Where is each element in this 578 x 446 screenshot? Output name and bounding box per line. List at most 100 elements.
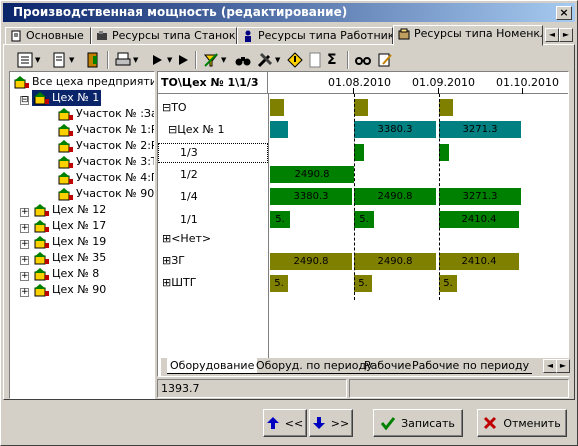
gantt-bar[interactable]: 2490.8 <box>354 253 436 270</box>
title-bar[interactable]: Производственная мощность (редактировани… <box>3 3 575 22</box>
tree-item-tseh[interactable]: Цех № 17 <box>32 218 106 234</box>
tree-item-tseh[interactable]: Цех № 35 <box>32 250 106 266</box>
gantt-row-label[interactable]: ⊟Цех № 1 <box>168 123 278 136</box>
save-button[interactable]: Записать <box>373 409 463 437</box>
prev-record-button[interactable]: << <box>263 409 307 437</box>
gantt-bar[interactable]: 2490.8 <box>354 188 436 205</box>
gantt-row-label[interactable]: ⊞ШТГ <box>162 276 272 289</box>
tree-item-section[interactable]: Участок № 90:К <box>56 186 154 202</box>
gantt-row-label[interactable]: ⊞ЗГ <box>162 254 272 267</box>
gantt-bar[interactable]: 5. <box>270 275 288 292</box>
tree-expander[interactable]: ⊟ <box>20 96 29 105</box>
close-button[interactable]: × <box>556 6 572 20</box>
print-button[interactable]: ▼ <box>115 51 138 69</box>
gantt-bar[interactable]: 5. <box>354 275 372 292</box>
tree-item-tseh-1[interactable]: Цех № 1 <box>32 90 102 106</box>
gantt-header: ТО\Цех № 1\1/3 01.08.2010 01.09.2010 01.… <box>158 72 568 94</box>
tab-workers[interactable]: Рабочие <box>361 358 415 374</box>
workshop-icon <box>56 107 74 121</box>
selected-row-focus <box>158 143 268 163</box>
diamond-button[interactable] <box>287 51 303 69</box>
gantt-row-label[interactable]: ⊟ТО <box>162 101 272 114</box>
tab-nomenclature-resources[interactable]: Ресурсы типа Номенклат <box>393 25 543 46</box>
tab-main[interactable]: Основные <box>5 27 91 45</box>
gantt-bar[interactable] <box>270 121 288 138</box>
edit-button[interactable] <box>377 51 393 69</box>
tree-root[interactable]: Все цеха предприятия <box>12 74 154 90</box>
sum-button[interactable]: Σ <box>327 51 337 69</box>
gantt-bar[interactable]: 5. <box>439 275 457 292</box>
gantt-bar[interactable]: 2490.8 <box>270 253 352 270</box>
toolbar: ▼ ▼ ▼ ▼ ▼ ▼ Σ <box>7 49 567 71</box>
document-button[interactable]: ▼ <box>51 51 74 69</box>
tab-scroll-left-button[interactable]: ◄ <box>545 28 559 42</box>
bottom-tab-scroll-right-button[interactable]: ► <box>556 359 570 373</box>
tree-item-section[interactable]: Участок № 1:Ра <box>56 122 154 138</box>
tree-item-tseh[interactable]: Цех № 19 <box>32 234 106 250</box>
glasses-icon <box>355 57 371 65</box>
gantt-bar[interactable] <box>439 99 453 116</box>
tree-expander[interactable]: + <box>20 240 29 249</box>
tab-equipment[interactable]: Оборудование <box>167 358 258 374</box>
tree-item-section[interactable]: Участок № 4:Гор <box>56 170 154 186</box>
workshop-icon <box>32 283 50 297</box>
tree-item-tseh[interactable]: Цех № 90 <box>32 282 106 298</box>
tab-scroll-right-button[interactable]: ► <box>559 28 573 42</box>
list-view-button[interactable]: ▼ <box>17 51 40 69</box>
filter-button[interactable]: ▼ <box>203 51 226 69</box>
blank-page-button[interactable] <box>307 51 323 69</box>
gantt-bar[interactable]: 3380.3 <box>270 188 352 205</box>
sigma-icon: Σ <box>327 52 337 68</box>
gantt-bar[interactable] <box>354 144 364 161</box>
next-button[interactable] <box>175 51 191 69</box>
next-record-button[interactable]: >> <box>309 409 353 437</box>
gantt-corner-label: ТО\Цех № 1\1/3 <box>158 72 268 94</box>
tree-item-section[interactable]: Участок № 3:Тер <box>56 154 154 170</box>
workshop-tree[interactable]: Все цеха предприятия ⊟ Цех № 1 Участок №… <box>9 71 155 399</box>
factory-icon <box>12 75 30 89</box>
tree-expander[interactable]: + <box>20 272 29 281</box>
gantt-bar[interactable] <box>270 99 284 116</box>
find-button[interactable] <box>235 51 251 69</box>
gantt-bar[interactable]: 2490.8 <box>270 166 354 183</box>
tree-item-section[interactable]: Участок № :Зап <box>56 106 154 122</box>
gantt-bar[interactable]: 2410.4 <box>439 211 519 228</box>
bottom-tab-scroll-left-button[interactable]: ◄ <box>543 359 557 373</box>
play-button[interactable]: ▼ <box>149 51 172 69</box>
capacity-gantt-chart[interactable]: ТО\Цех № 1\1/3 01.08.2010 01.09.2010 01.… <box>157 71 569 377</box>
gantt-bar[interactable]: 3271.3 <box>439 121 521 138</box>
month-boundary-line <box>354 94 355 300</box>
tree-item-section[interactable]: Участок № 2:Ра <box>56 138 154 154</box>
workshop-icon <box>56 139 74 153</box>
toolbar-separator <box>107 51 109 69</box>
view-button[interactable] <box>355 51 371 69</box>
cancel-button[interactable]: Отменить <box>477 409 567 437</box>
tree-expander[interactable]: + <box>20 208 29 217</box>
machine-icon <box>97 31 107 40</box>
date-label: 01.09.2010 <box>412 76 475 89</box>
tree-expander[interactable]: + <box>20 256 29 265</box>
gantt-row-label[interactable]: ⊞<Нет> <box>162 232 272 245</box>
tab-worker-resources[interactable]: Ресурсы типа Работник <box>237 27 393 45</box>
exit-button[interactable] <box>85 51 101 69</box>
tree-item-tseh[interactable]: Цех № 12 <box>32 202 106 218</box>
gantt-bar[interactable] <box>354 99 368 116</box>
gantt-bar[interactable]: 5. <box>270 211 290 228</box>
gantt-bar[interactable]: 5. <box>354 211 374 228</box>
gantt-bar[interactable]: 3380.3 <box>354 121 436 138</box>
tree-expander[interactable]: + <box>20 224 29 233</box>
bottom-tab-strip: Оборудование Оборуд. по периоду Рабочие … <box>161 358 570 376</box>
workshop-icon <box>56 171 74 185</box>
gantt-bar[interactable]: 2410.4 <box>439 253 519 270</box>
gantt-bar[interactable]: 3271.3 <box>439 188 521 205</box>
tools-button[interactable]: ▼ <box>257 51 280 69</box>
tree-item-tseh[interactable]: Цех № 8 <box>32 266 99 282</box>
status-value: 1393.7 <box>157 379 347 398</box>
tab-workers-by-period[interactable]: Рабочие по периоду <box>409 358 533 374</box>
workshop-icon <box>56 123 74 137</box>
toolbar-separator <box>195 51 197 69</box>
tab-machine-resources[interactable]: Ресурсы типа Станок <box>91 27 237 45</box>
gantt-bar[interactable] <box>439 144 449 161</box>
tree-expander[interactable]: + <box>20 288 29 297</box>
tab-equipment-by-period[interactable]: Оборуд. по периоду <box>253 358 376 374</box>
